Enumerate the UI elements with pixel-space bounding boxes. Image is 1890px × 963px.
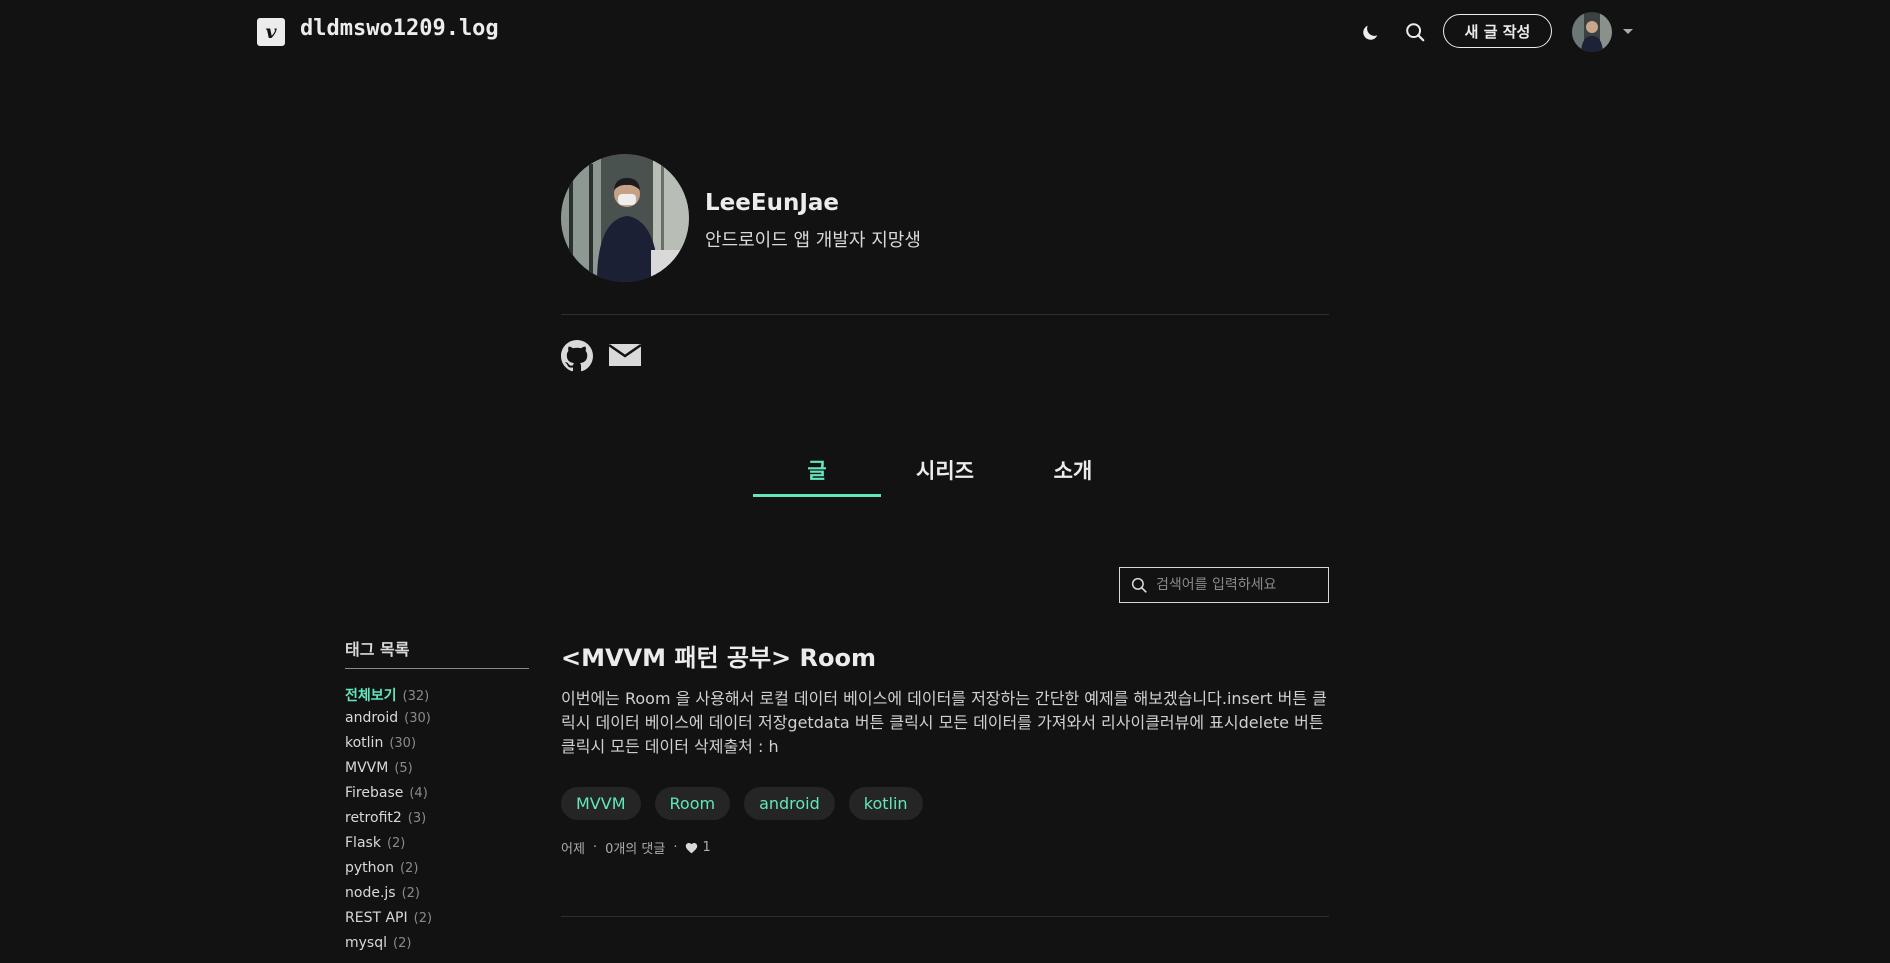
tag-list-item[interactable]: android (30) xyxy=(345,710,529,735)
tag-count: (2) xyxy=(413,911,433,926)
post-comments: 0개의 댓글 xyxy=(605,842,666,857)
search-input[interactable] xyxy=(1156,577,1326,593)
tag-count: (2) xyxy=(393,936,412,951)
search-icon[interactable] xyxy=(1404,21,1426,43)
tag-name: python xyxy=(345,860,394,876)
tag-count: (30) xyxy=(404,711,431,726)
top-header: v dldmswo1209.log 새 글 작성 xyxy=(0,0,1890,64)
tag-list: 전체보기 (32) android (30) kotlin (30) MVVM (5) Fire… xyxy=(345,685,529,960)
tag-name: Firebase xyxy=(345,785,404,801)
tag-list-item[interactable]: 전체보기 (32) xyxy=(345,685,529,710)
post-tag[interactable]: MVVM xyxy=(561,787,641,820)
profile-tabs: 글 시리즈 소개 xyxy=(753,450,1137,497)
post-meta: 어제 · 0개의 댓글 · 1 xyxy=(561,838,1329,857)
tag-count: (5) xyxy=(394,761,413,776)
post-search-box[interactable] xyxy=(1119,567,1329,603)
tag-name: 전체보기 xyxy=(345,688,397,704)
tag-list-title: 태그 목록 xyxy=(345,636,529,669)
tag-name: mysql xyxy=(345,935,387,951)
mail-icon[interactable] xyxy=(608,340,642,370)
tag-list-item[interactable]: REST API (2) xyxy=(345,910,529,935)
post-tag-list: MVVM Room android kotlin xyxy=(561,787,1329,820)
tag-count: (30) xyxy=(389,736,417,751)
moon-icon[interactable] xyxy=(1359,22,1381,44)
meta-separator: · xyxy=(592,840,598,855)
profile-divider xyxy=(561,314,1329,315)
tab-active-indicator xyxy=(753,494,881,497)
post-tag[interactable]: kotlin xyxy=(848,787,923,820)
post-divider xyxy=(561,916,1329,917)
profile-description: 안드로이드 앱 개발자 지망생 xyxy=(705,230,921,251)
tab-about[interactable]: 소개 xyxy=(1009,450,1137,497)
profile-name: LeeEunJae xyxy=(705,190,839,216)
tag-name: kotlin xyxy=(345,735,384,751)
tab-posts[interactable]: 글 xyxy=(753,450,881,497)
tag-list-item[interactable]: python (2) xyxy=(345,860,529,885)
tag-name: REST API xyxy=(345,910,408,926)
tag-count: (2) xyxy=(386,836,406,851)
tag-list-item[interactable]: retrofit2 (3) xyxy=(345,810,529,835)
tag-list-item[interactable]: kotlin (30) xyxy=(345,735,529,760)
github-icon[interactable] xyxy=(561,340,593,372)
tag-name: node.js xyxy=(345,885,396,901)
tag-list-panel: 태그 목록 전체보기 (32) android (30) kotlin (30) MVVM(… xyxy=(345,636,529,960)
tag-name: MVVM xyxy=(345,760,389,776)
velog-logo[interactable]: v xyxy=(257,18,285,46)
tag-name: Flask xyxy=(345,835,381,851)
tag-count: (4) xyxy=(409,786,428,801)
search-icon xyxy=(1131,577,1147,593)
meta-separator: · xyxy=(673,840,678,855)
user-avatar[interactable] xyxy=(1572,12,1612,52)
tag-count: (2) xyxy=(401,886,420,901)
tag-count: (3) xyxy=(407,811,427,826)
tag-list-item[interactable]: mysql (2) xyxy=(345,935,529,960)
chevron-down-icon[interactable] xyxy=(1622,28,1634,36)
post-card: <MVVM 패턴 공부> Room 이번에는 Room 을 사용해서 로컬 데이… xyxy=(561,638,1329,857)
new-post-button[interactable]: 새 글 작성 xyxy=(1443,14,1552,48)
post-summary[interactable]: 이번에는 Room 을 사용해서 로컬 데이터 베이스에 데이터를 저장하는 간… xyxy=(561,687,1329,759)
tab-series[interactable]: 시리즈 xyxy=(881,450,1009,497)
tag-count: (32) xyxy=(402,689,430,704)
post-title[interactable]: <MVVM 패턴 공부> Room xyxy=(561,638,1329,673)
tag-count: (2) xyxy=(399,861,419,876)
tag-name: android xyxy=(345,710,399,726)
heart-icon xyxy=(686,842,698,853)
post-likes: 1 xyxy=(702,840,711,855)
tag-name: retrofit2 xyxy=(345,810,402,826)
post-date: 어제 xyxy=(561,842,585,857)
blog-title[interactable]: dldmswo1209.log xyxy=(300,16,499,41)
post-tag[interactable]: android xyxy=(744,787,835,820)
tag-list-item[interactable]: Flask (2) xyxy=(345,835,529,860)
tag-list-item[interactable]: node.js (2) xyxy=(345,885,529,910)
profile-photo xyxy=(561,154,689,282)
tag-list-item[interactable]: MVVM (5) xyxy=(345,760,529,785)
post-tag[interactable]: Room xyxy=(654,787,731,820)
tag-list-item[interactable]: Firebase (4) xyxy=(345,785,529,810)
